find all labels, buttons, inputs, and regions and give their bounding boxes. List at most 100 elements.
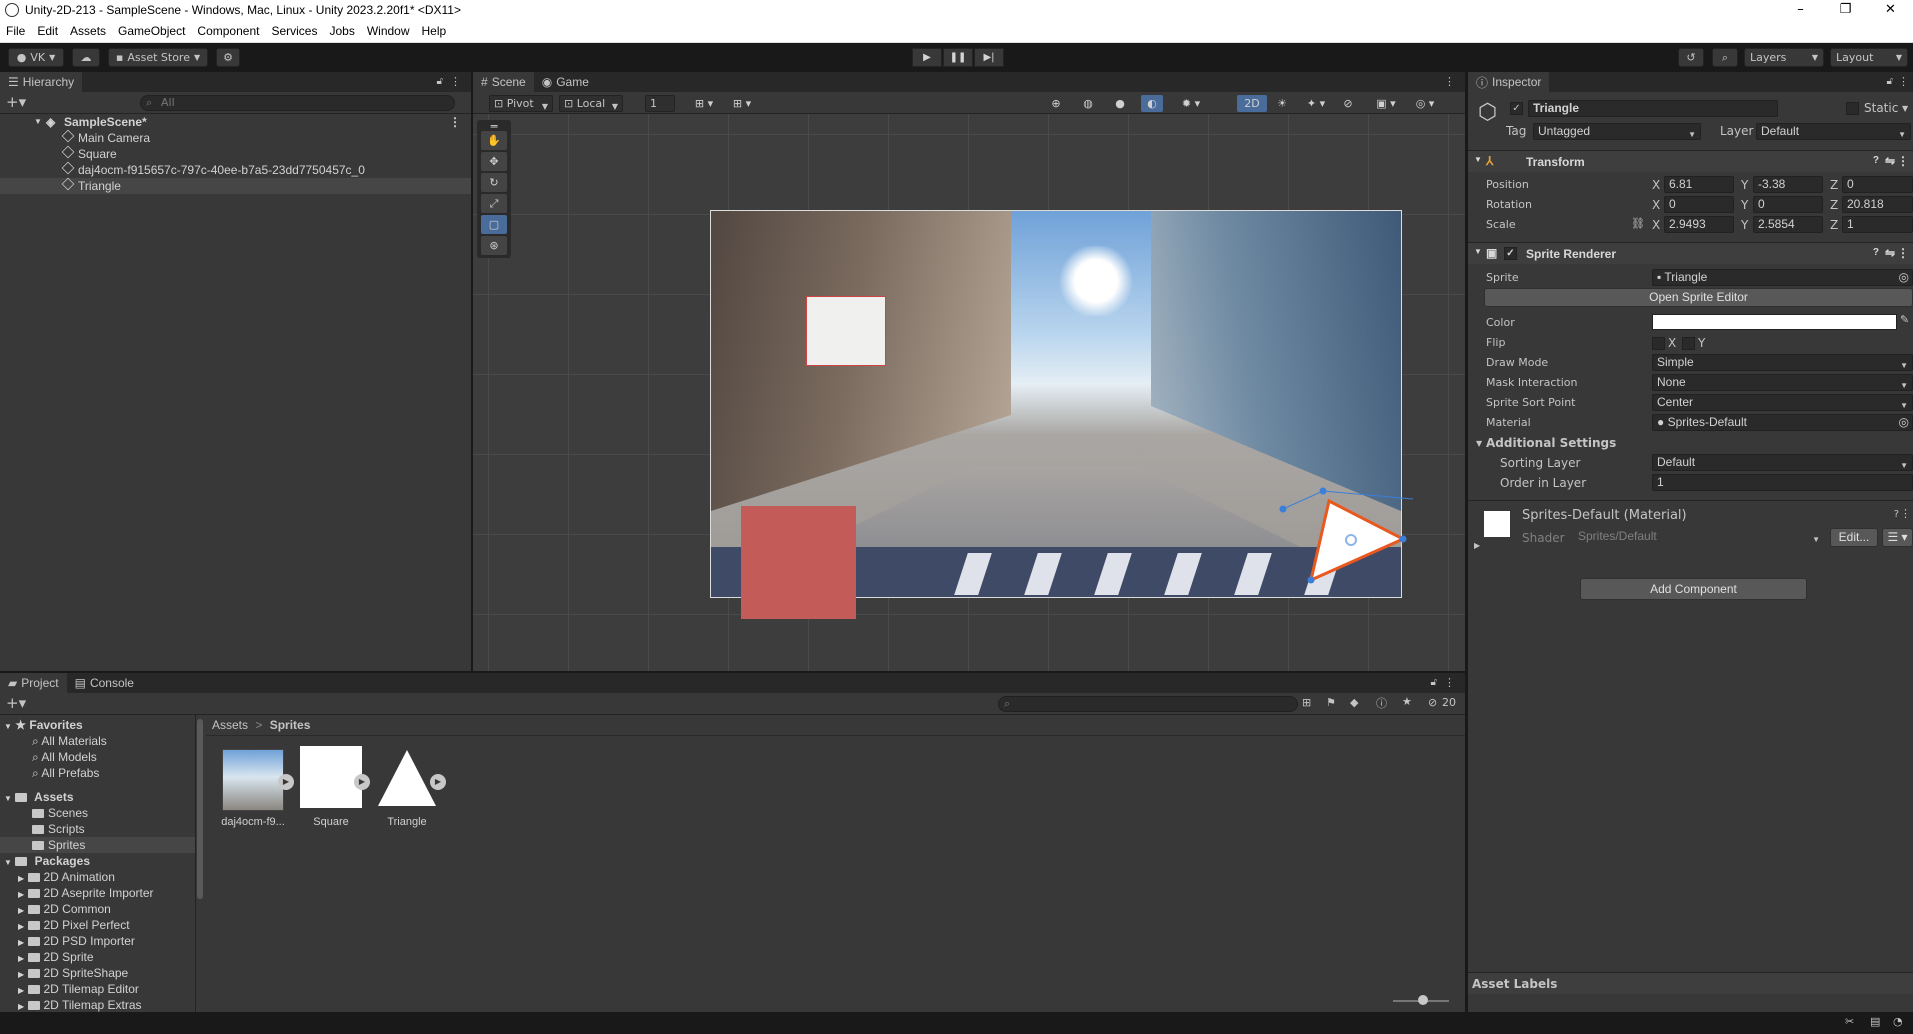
transform-header[interactable]: ▼ ⅄ Transform ? ⇋ ⋮ <box>1468 150 1913 172</box>
additional-settings-foldout[interactable]: Additional Settings <box>1486 436 1616 450</box>
folder-scripts[interactable]: Scripts <box>32 821 85 837</box>
flip-y-checkbox[interactable] <box>1682 337 1695 350</box>
move-tool[interactable]: ✥ <box>481 152 507 171</box>
hierarchy-search-input[interactable]: ⌕ All <box>140 95 455 111</box>
package-2d-sprite[interactable]: ▶ 2D Sprite <box>18 949 94 965</box>
snap-settings[interactable]: ⊞ ▾ <box>725 95 759 112</box>
scale-y-field[interactable]: 2.5854 <box>1753 216 1823 233</box>
lighting-toggle[interactable]: ☀ <box>1271 95 1293 112</box>
scale-z-field[interactable]: 1 <box>1842 216 1913 233</box>
eyedropper-icon[interactable]: ✎ <box>1900 313 1909 326</box>
palette-handle[interactable]: ═ <box>481 120 507 133</box>
rotate-handle[interactable] <box>1319 487 1327 495</box>
resize-handle[interactable] <box>1307 576 1315 584</box>
resize-handle[interactable] <box>1399 535 1407 543</box>
object-picker-icon[interactable]: ◎ <box>1899 270 1909 285</box>
edit-shader-button[interactable]: Edit... <box>1830 528 1878 547</box>
play-icon[interactable]: ▶ <box>354 774 370 790</box>
tab-hierarchy[interactable]: ☰ Hierarchy <box>0 72 83 92</box>
help-icon[interactable]: ? <box>1873 155 1879 166</box>
gizmos-dropdown[interactable]: ◎ ▾ <box>1407 95 1443 112</box>
tab-scene[interactable]: # Scene <box>473 72 534 92</box>
account-dropdown[interactable]: ● VK ▼ <box>8 48 64 67</box>
hierarchy-item-triangle[interactable]: Triangle <box>0 177 471 194</box>
info-icon[interactable]: ⓘ <box>1376 695 1387 711</box>
kebab-menu-icon[interactable]: ⋮ <box>1897 246 1909 260</box>
shading-solid[interactable]: ● <box>1109 95 1131 112</box>
layout-dropdown[interactable]: Layout ▼ <box>1830 48 1908 67</box>
menu-gameobject[interactable]: GameObject <box>112 24 191 38</box>
tab-project[interactable]: ▰ Project <box>0 673 67 693</box>
layers-dropdown[interactable]: Layers ▼ <box>1744 48 1824 67</box>
grid-toggle[interactable]: ⊞ ▾ <box>687 95 721 112</box>
asset-labels-bar[interactable]: Asset Labels <box>1468 972 1913 994</box>
local-dropdown[interactable]: ⊡ Local ▼ <box>559 95 623 112</box>
hidden-packages-icon[interactable]: ⊘ <box>1428 696 1437 709</box>
triangle-sprite[interactable] <box>1263 479 1413 614</box>
kebab-menu-icon[interactable]: ⋮ <box>1444 75 1455 88</box>
constrain-proportions-icon[interactable]: ⛓ <box>1631 217 1645 230</box>
package-2d-aseprite-importer[interactable]: ▶ 2D Aseprite Importer <box>18 885 154 901</box>
favorite-item-all-materials[interactable]: ⌕ All Materials <box>32 733 107 749</box>
package-2d-spriteshape[interactable]: ▶ 2D SpriteShape <box>18 965 128 981</box>
lock-icon[interactable]: 🔓︎ <box>1431 677 1437 688</box>
scene-root-row[interactable]: ▼ ◈ SampleScene* ⋮ <box>0 114 471 130</box>
object-name-field[interactable]: Triangle <box>1528 100 1778 117</box>
breadcrumb-sprites[interactable]: Sprites <box>270 718 311 732</box>
asset-store-button[interactable]: ▪ Asset Store ▼ <box>108 48 208 67</box>
play-icon[interactable]: ▶ <box>430 774 446 790</box>
rotation-x-field[interactable]: 0 <box>1664 196 1734 213</box>
flip-x-checkbox[interactable] <box>1652 337 1665 350</box>
open-sprite-editor-button[interactable]: Open Sprite Editor <box>1484 288 1913 307</box>
object-picker-icon[interactable]: ◎ <box>1899 415 1909 430</box>
progress-icon[interactable]: ▤ <box>1870 1015 1880 1028</box>
shading-shaded[interactable]: ◐ <box>1141 95 1163 112</box>
cloud-button[interactable]: ☁ <box>72 48 100 67</box>
shader-menu-button[interactable]: ☰ ▾ <box>1882 528 1913 547</box>
shader-dropdown[interactable]: Sprites/Default ▼ <box>1574 529 1824 546</box>
tag-icon[interactable]: ◆ <box>1350 696 1358 709</box>
rect-tool[interactable]: ▢ <box>481 215 507 234</box>
packages-foldout[interactable]: ▼ Packages <box>4 853 90 869</box>
asset-background-thumb[interactable] <box>222 749 284 811</box>
material-object-field[interactable]: ● Sprites-Default ◎ <box>1652 414 1913 431</box>
square-sprite[interactable] <box>741 506 856 619</box>
sort-point-dropdown[interactable]: Center ▼ <box>1652 394 1913 411</box>
package-2d-pixel-perfect[interactable]: ▶ 2D Pixel Perfect <box>18 917 130 933</box>
package-2d-animation[interactable]: ▶ 2D Animation <box>18 869 115 885</box>
help-icon[interactable]: ? <box>1873 247 1879 258</box>
kebab-menu-icon[interactable]: ⋮ <box>1444 676 1455 689</box>
package-2d-psd-importer[interactable]: ▶ 2D PSD Importer <box>18 933 135 949</box>
pivot-dropdown[interactable]: ⊡ Pivot ▼ <box>489 95 553 112</box>
hierarchy-item-background[interactable]: daj4ocm-f915657c-797c-40ee-b7a5-23dd7750… <box>0 161 471 178</box>
breadcrumb-assets[interactable]: Assets <box>212 718 248 732</box>
minimize-button[interactable]: – <box>1778 0 1823 20</box>
package-2d-common[interactable]: ▶ 2D Common <box>18 901 111 917</box>
color-swatch[interactable] <box>1652 314 1897 330</box>
rotation-z-field[interactable]: 20.818 <box>1842 196 1913 213</box>
scene-viewport[interactable]: ═ ✋ ✥ ↻ ⤢ ▢ ⊛ <box>473 114 1465 671</box>
add-icon[interactable]: +▾ <box>6 93 26 111</box>
kebab-menu-icon[interactable]: ⋮ <box>450 75 461 88</box>
asset-square-thumb[interactable] <box>300 746 362 808</box>
transform-tool[interactable]: ⊛ <box>481 236 507 255</box>
camera-dropdown[interactable]: ▣ ▾ <box>1369 95 1403 112</box>
status-check-icon[interactable]: ◔ <box>1893 1015 1903 1028</box>
lock-icon[interactable]: 🔓︎ <box>437 76 443 87</box>
scale-x-field[interactable]: 2.9493 <box>1664 216 1734 233</box>
kebab-menu-icon[interactable]: ⋮ <box>449 114 461 130</box>
project-search-input[interactable]: ⌕ <box>998 696 1298 712</box>
kebab-menu-icon[interactable]: ⋮ <box>1898 75 1909 88</box>
shading-wireframe[interactable]: ◍ <box>1077 95 1099 112</box>
orientation-toggle[interactable]: ⊕ <box>1045 95 1067 112</box>
hand-tool[interactable]: ✋ <box>481 131 507 150</box>
play-button[interactable]: ▶ <box>912 48 942 67</box>
favorite-item-all-prefabs[interactable]: ⌕ All Prefabs <box>32 765 99 781</box>
hierarchy-item-square[interactable]: Square <box>0 145 471 162</box>
menu-edit[interactable]: Edit <box>31 24 64 38</box>
package-2d-tilemap-extras[interactable]: ▶ 2D Tilemap Extras <box>18 997 142 1012</box>
sprite-object-field[interactable]: ▪ Triangle ◎ <box>1652 269 1913 286</box>
maximize-button[interactable]: ❐ <box>1823 0 1868 20</box>
visibility-toggle[interactable]: ⊘ <box>1337 95 1359 112</box>
settings-button[interactable]: ⚙ <box>216 48 240 67</box>
